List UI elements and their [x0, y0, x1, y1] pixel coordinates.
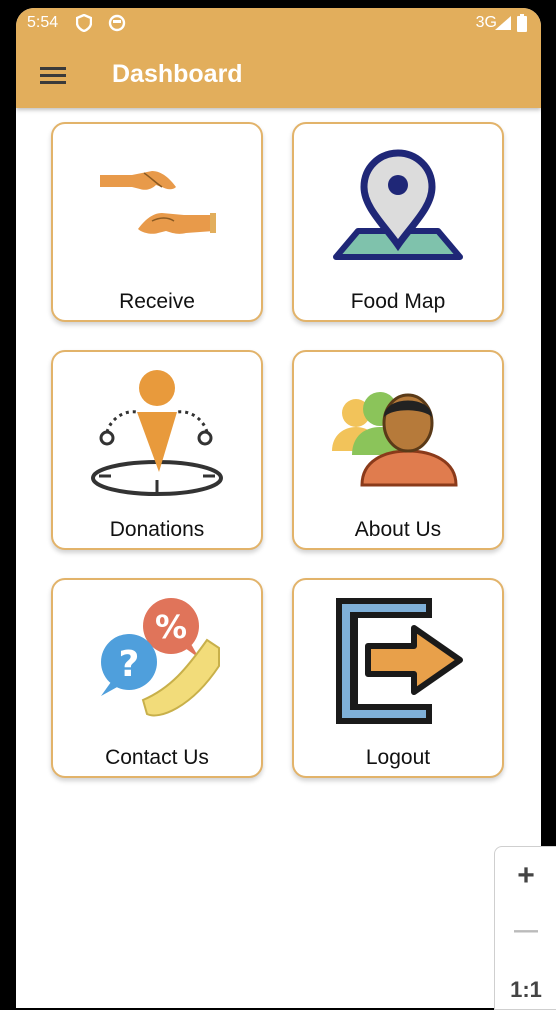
- phone-chat-icon: % ?: [53, 586, 261, 736]
- food-map-card[interactable]: Food Map: [292, 122, 504, 322]
- card-label: Food Map: [350, 290, 446, 313]
- handshake-icon: [53, 130, 261, 280]
- about-us-card[interactable]: About Us: [292, 350, 504, 550]
- status-time: 5:54: [27, 14, 59, 31]
- notification-icon: [108, 14, 126, 37]
- zoom-out-button[interactable]: —: [495, 917, 556, 945]
- card-label: Contact Us: [105, 746, 209, 769]
- svg-text:?: ?: [119, 644, 140, 685]
- person-location-icon: [53, 358, 261, 508]
- logout-card[interactable]: Logout: [292, 578, 504, 778]
- donations-card[interactable]: Donations: [51, 350, 263, 550]
- page-title: Dashboard: [112, 60, 243, 88]
- shield-icon: [75, 13, 93, 37]
- zoom-reset-button[interactable]: 1:1: [495, 977, 556, 1003]
- contact-us-card[interactable]: % ? Contact Us: [51, 578, 263, 778]
- svg-text:%: %: [155, 608, 187, 646]
- map-pin-icon: [294, 130, 502, 280]
- battery-icon: [517, 14, 527, 37]
- group-icon: [294, 358, 502, 508]
- zoom-controls: + — 1:1: [494, 846, 556, 1010]
- app-bar: 5:54 3G Dashboard: [16, 8, 541, 108]
- card-label: Donations: [109, 518, 205, 541]
- hamburger-menu-icon[interactable]: [38, 64, 68, 86]
- signal-icon: [495, 16, 511, 35]
- receive-card[interactable]: Receive: [51, 122, 263, 322]
- card-label: About Us: [354, 518, 442, 541]
- status-bar: 5:54 3G: [16, 8, 541, 38]
- network-type: 3G: [475, 14, 497, 31]
- zoom-in-button[interactable]: +: [495, 859, 556, 893]
- logout-icon: [294, 586, 502, 736]
- card-label: Receive: [119, 290, 195, 313]
- card-label: Logout: [365, 746, 431, 769]
- app-screen: 5:54 3G Dashboard Receive Food Map Donat…: [16, 8, 541, 1008]
